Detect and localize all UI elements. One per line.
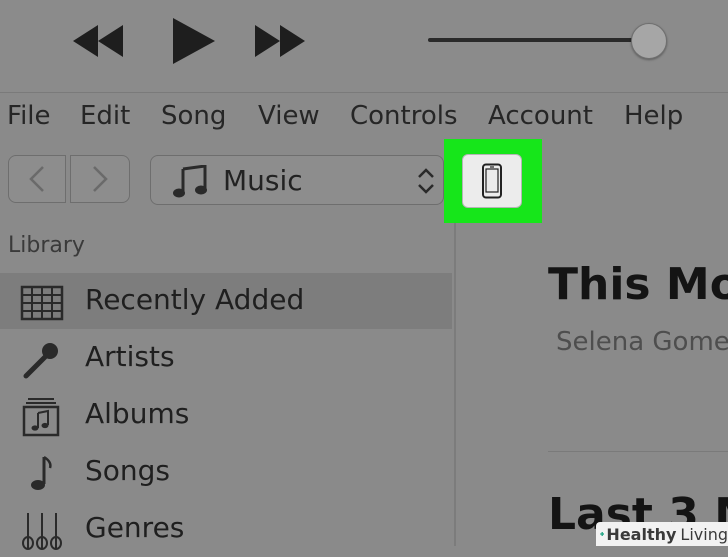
menu-edit[interactable]: Edit	[80, 101, 130, 131]
sidebar-item-label: Genres	[85, 511, 185, 544]
volume-knob[interactable]	[631, 23, 667, 59]
menu-help[interactable]: Help	[624, 101, 683, 131]
sidebar-item-label: Artists	[85, 340, 175, 373]
sidebar-item-label: Albums	[85, 397, 190, 430]
media-type-label: Music	[223, 164, 303, 197]
divider	[548, 451, 728, 452]
menu-song[interactable]: Song	[161, 101, 226, 131]
sidebar-item-label: Recently Added	[85, 283, 305, 316]
chevron-right-icon	[93, 166, 108, 192]
sidebar-item-songs[interactable]: Songs	[0, 444, 452, 500]
media-type-select[interactable]: Music	[150, 155, 444, 205]
menu-controls[interactable]: Controls	[350, 101, 458, 131]
sidebar-item-label: Songs	[85, 454, 171, 487]
menu-view[interactable]: View	[258, 101, 320, 131]
album-icon	[22, 398, 60, 437]
fast-forward-icon	[255, 25, 305, 57]
menu-account[interactable]: Account	[488, 101, 593, 131]
watermark: Healthy Living	[596, 522, 728, 546]
guitars-icon	[22, 513, 62, 550]
grid-icon	[20, 285, 64, 321]
play-icon	[173, 18, 215, 64]
transport-bar	[0, 0, 728, 92]
library-heading: Library	[8, 233, 85, 258]
play-button[interactable]	[164, 18, 220, 64]
music-note-icon	[173, 165, 207, 198]
sidebar: Library Recently Added Artists Albums So…	[0, 223, 454, 550]
cross-logo-icon	[600, 532, 605, 536]
watermark-word2: Living	[680, 524, 728, 544]
iphone-icon	[482, 163, 502, 199]
volume-slider[interactable]	[428, 38, 650, 42]
sidebar-item-artists[interactable]: Artists	[0, 330, 452, 386]
fast-forward-button[interactable]	[252, 18, 308, 64]
rewind-icon	[73, 25, 123, 57]
forward-button[interactable]	[70, 155, 130, 203]
sidebar-item-recently-added[interactable]: Recently Added	[0, 273, 452, 329]
up-down-chevron-icon	[418, 168, 434, 194]
sidebar-item-genres[interactable]: Genres	[0, 501, 452, 557]
device-button[interactable]	[462, 154, 522, 208]
menu-bar: File Edit Song View Controls Account Hel…	[0, 93, 728, 141]
sidebar-item-albums[interactable]: Albums	[0, 387, 452, 443]
music-note-icon	[31, 455, 52, 490]
microphone-icon	[23, 343, 58, 379]
back-button[interactable]	[8, 155, 66, 203]
menu-file[interactable]: File	[7, 101, 51, 131]
rewind-button[interactable]	[70, 18, 126, 64]
main-content: This Mo Selena Gomez Last 3 M	[456, 223, 728, 546]
section-title: This Mo	[548, 259, 728, 310]
chevron-left-icon	[29, 166, 44, 192]
watermark-word1: Healthy	[606, 524, 677, 544]
toolbar: Music	[0, 141, 728, 223]
section-subtitle[interactable]: Selena Gomez	[556, 327, 728, 357]
